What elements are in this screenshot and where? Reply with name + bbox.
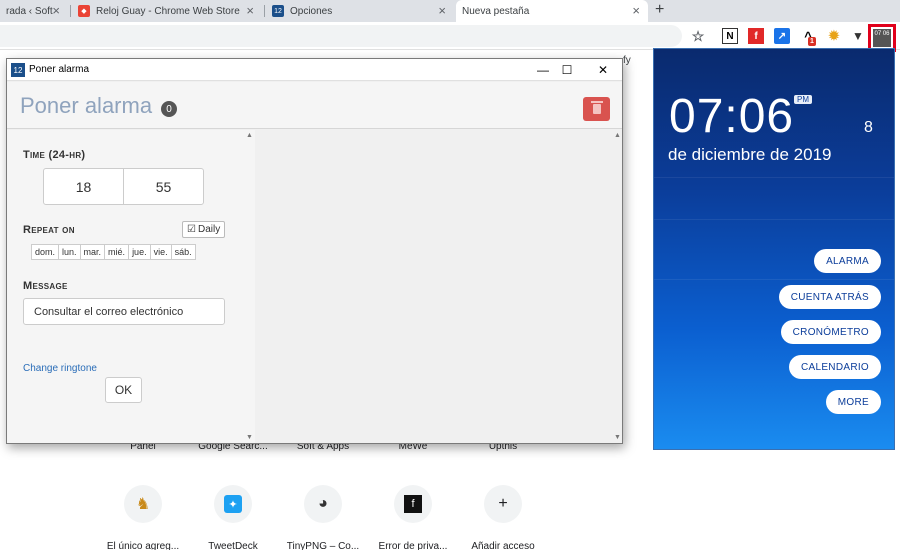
shortcut-label: Añadir acceso bbox=[471, 541, 535, 550]
alarm-count-badge: 0 bbox=[161, 101, 177, 117]
scroll-down-icon[interactable]: ▼ bbox=[246, 434, 253, 441]
tab-label: Nueva pestaña bbox=[462, 5, 530, 17]
tab-reloj-guay[interactable]: ◆ Reloj Guay - Chrome Web Store × bbox=[72, 0, 262, 22]
tab-separator bbox=[264, 5, 265, 17]
day-jue[interactable]: jue. bbox=[128, 244, 151, 260]
close-icon[interactable]: × bbox=[438, 4, 446, 18]
dialog-header: Poner alarma 0 bbox=[7, 82, 622, 129]
tab-soft[interactable]: rada ‹ Soft × bbox=[0, 0, 68, 22]
shortcut-label: Error de priva... bbox=[378, 541, 448, 550]
cronometro-button[interactable]: CRONÓMETRO bbox=[780, 320, 881, 344]
close-icon[interactable]: × bbox=[52, 4, 60, 18]
alarm-list-pane: ▲ ▼ bbox=[256, 130, 622, 443]
panda-icon: ◕ bbox=[304, 485, 342, 523]
clock-time: 07:06 bbox=[669, 90, 795, 143]
chart-icon[interactable]: ↗ bbox=[774, 28, 790, 44]
shortcut-tinypng[interactable]: ◕ TinyPNG – Co... bbox=[283, 485, 363, 550]
window-title: Poner alarma bbox=[29, 64, 90, 75]
divider bbox=[654, 177, 894, 178]
tab-label: rada ‹ Soft bbox=[6, 5, 53, 17]
maximize-button[interactable]: ☐ bbox=[557, 61, 577, 79]
daily-button[interactable]: ☑ Daily bbox=[182, 221, 226, 238]
tab-label: Reloj Guay - Chrome Web Store bbox=[96, 5, 240, 17]
delete-button[interactable] bbox=[583, 97, 610, 121]
minute-input[interactable] bbox=[124, 169, 203, 204]
scroll-up-icon[interactable]: ▲ bbox=[614, 132, 621, 139]
day-vie[interactable]: vie. bbox=[149, 244, 172, 260]
shortcut-el-unico[interactable]: ♞ El único agreg... bbox=[103, 485, 183, 550]
tweetdeck-icon: ✦ bbox=[214, 485, 252, 523]
close-icon[interactable]: × bbox=[246, 4, 254, 18]
plus-icon: + bbox=[484, 485, 522, 523]
shortcut-add[interactable]: + Añadir acceso bbox=[463, 485, 543, 550]
clock-popup: 07:06 PM 8 de diciembre de 2019 ALARMA C… bbox=[653, 48, 895, 450]
shortcut-label: TinyPNG – Co... bbox=[286, 541, 360, 550]
time-label: Time (24-hr) bbox=[23, 149, 86, 161]
day-dom[interactable]: dom. bbox=[31, 244, 60, 260]
minimize-button[interactable]: — bbox=[533, 61, 553, 79]
calendario-button[interactable]: CALENDARIO bbox=[788, 355, 881, 379]
new-tab-icon[interactable]: + bbox=[655, 1, 664, 19]
weekday-selector: dom. lun. mar. mié. jue. vie. sáb. bbox=[31, 244, 196, 260]
shortcut-tweetdeck[interactable]: ✦ TweetDeck bbox=[193, 485, 273, 550]
more-button[interactable]: MORE bbox=[825, 390, 881, 414]
divider bbox=[654, 219, 894, 220]
tiger-icon: ♞ bbox=[124, 485, 162, 523]
day-mie[interactable]: mié. bbox=[104, 244, 130, 260]
shortcut-label: El único agreg... bbox=[106, 541, 180, 550]
flipboard-icon: f bbox=[394, 485, 432, 523]
tab-nueva-pestana[interactable]: Nueva pestaña × bbox=[456, 0, 648, 22]
ok-button[interactable]: OK bbox=[105, 377, 142, 403]
notion-icon[interactable]: N bbox=[722, 28, 738, 44]
browser-toolbar: ☆ N f ↗ ^ 1 ✹ ▼ bbox=[0, 22, 900, 50]
day-sab[interactable]: sáb. bbox=[170, 244, 196, 260]
divider bbox=[654, 279, 894, 280]
day-mar[interactable]: mar. bbox=[79, 244, 106, 260]
arrow-icon[interactable]: ^ 1 bbox=[800, 28, 816, 46]
trash-icon bbox=[590, 101, 603, 114]
clock-app-icon: 12 bbox=[272, 5, 284, 17]
chrome-store-icon: ◆ bbox=[78, 5, 90, 17]
clock-date: de diciembre de 2019 bbox=[668, 145, 832, 164]
close-icon[interactable]: × bbox=[632, 4, 640, 18]
scroll-down-icon[interactable]: ▼ bbox=[614, 434, 621, 441]
message-label: Message bbox=[23, 280, 68, 292]
scroll-up-icon[interactable]: ▲ bbox=[246, 132, 253, 139]
hour-input[interactable] bbox=[44, 169, 123, 204]
day-lun[interactable]: lun. bbox=[58, 244, 81, 260]
window-titlebar[interactable]: 12 Poner alarma — ☐ ✕ bbox=[7, 59, 622, 81]
close-button[interactable]: ✕ bbox=[593, 61, 613, 79]
left-scrollbar[interactable]: ▲ ▼ bbox=[245, 130, 255, 443]
repeat-label: Repeat on bbox=[23, 224, 75, 236]
bookmark-label: fy bbox=[623, 54, 631, 66]
bookmark-item[interactable]: fy bbox=[623, 52, 631, 68]
notification-badge: 1 bbox=[808, 37, 816, 46]
tab-strip: rada ‹ Soft × ◆ Reloj Guay - Chrome Web … bbox=[0, 0, 900, 22]
clock-extension-icon: 07 06 bbox=[873, 29, 891, 47]
daily-label: Daily bbox=[197, 224, 221, 235]
shield-icon[interactable]: ▼ bbox=[850, 28, 866, 44]
time-input-group bbox=[43, 168, 204, 205]
tab-opciones[interactable]: 12 Opciones × bbox=[266, 0, 454, 22]
shortcut-label: TweetDeck bbox=[208, 541, 258, 550]
cuenta-atras-button[interactable]: CUENTA ATRÁS bbox=[778, 285, 881, 309]
ampm-badge: PM bbox=[794, 95, 812, 104]
address-bar[interactable] bbox=[0, 25, 682, 47]
star-icon[interactable]: ☆ bbox=[690, 28, 706, 44]
gear-icon[interactable]: ✹ bbox=[826, 28, 842, 44]
poner-alarma-window: 12 Poner alarma — ☐ ✕ Poner alarma 0 Tim… bbox=[6, 58, 623, 444]
alarm-form-pane: Time (24-hr) Repeat on ☑ Daily dom. lun.… bbox=[7, 130, 255, 443]
day-number: 8 bbox=[864, 119, 873, 136]
message-input[interactable] bbox=[23, 298, 225, 325]
change-ringtone-link[interactable]: Change ringtone bbox=[23, 363, 97, 374]
shortcut-error[interactable]: f Error de priva... bbox=[373, 485, 453, 550]
checkbox-icon: ☑ bbox=[187, 224, 196, 235]
alarma-button[interactable]: ALARMA bbox=[814, 249, 881, 273]
right-scrollbar[interactable]: ▲ ▼ bbox=[611, 130, 621, 443]
tab-label: Opciones bbox=[290, 5, 333, 17]
page-title: Poner alarma bbox=[20, 93, 153, 118]
tab-separator bbox=[70, 5, 71, 17]
flipboard-icon[interactable]: f bbox=[748, 28, 764, 44]
clock-app-icon: 12 bbox=[11, 63, 25, 77]
